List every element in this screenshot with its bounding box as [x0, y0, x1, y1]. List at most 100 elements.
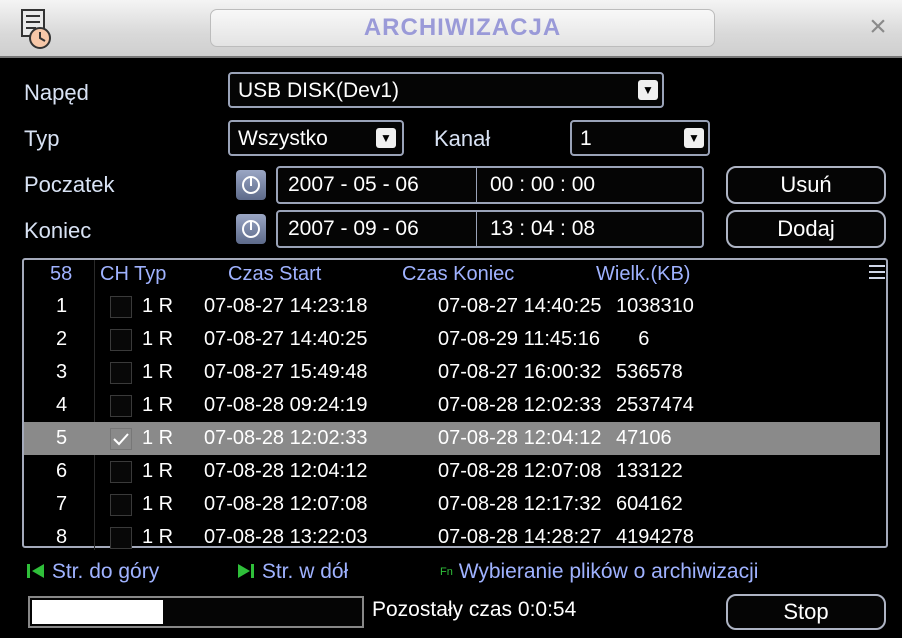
table-row-selected[interactable]: 5 1 R 07-08-28 12:02:33 07-08-28 12:04:1…	[24, 422, 880, 455]
page-up-label: Str. do góry	[51, 560, 160, 583]
row-ch-type: 1 R	[142, 460, 174, 482]
row-size: 6	[616, 328, 650, 350]
row-end: 07-08-27 14:40:25	[438, 295, 602, 317]
clock-icon[interactable]	[236, 214, 266, 244]
row-size: 133122	[616, 460, 683, 482]
row-number: 7	[56, 493, 68, 515]
end-time[interactable]: 13 : 04 : 08	[490, 217, 595, 241]
row-end: 07-08-28 12:02:33	[438, 394, 602, 416]
type-value: Wszystko	[238, 127, 328, 150]
table-header: 58 CH Typ Czas Start Czas Koniec Wielk.(…	[24, 260, 864, 288]
add-button[interactable]: Dodaj	[726, 210, 886, 248]
header-ch-type: CH Typ	[100, 263, 167, 285]
row-size: 536578	[616, 361, 683, 383]
row-number: 2	[56, 328, 68, 350]
stop-button[interactable]: Stop	[726, 594, 886, 630]
app-icon	[14, 6, 58, 52]
channel-value: 1	[580, 127, 592, 150]
table-row[interactable]: 2 1 R 07-08-27 14:40:25 07-08-29 11:45:1…	[24, 323, 880, 356]
table-row[interactable]: 7 1 R 07-08-28 12:07:08 07-08-28 12:17:3…	[24, 488, 880, 521]
page-up-link[interactable]: Str. do góry	[26, 560, 159, 584]
row-size: 1038310	[616, 295, 694, 317]
table-row[interactable]: 4 1 R 07-08-28 09:24:19 07-08-28 12:02:3…	[24, 389, 880, 422]
start-label: Poczatek	[24, 172, 115, 197]
row-ch-type: 1 R	[142, 394, 174, 416]
chevron-down-icon: ▼	[376, 128, 396, 148]
progress-bar	[28, 596, 364, 628]
page-down-link[interactable]: Str. w dół	[236, 560, 348, 584]
row-number: 4	[56, 394, 68, 416]
header-start: Czas Start	[228, 263, 322, 285]
row-start: 07-08-28 12:02:33	[204, 427, 368, 449]
row-end: 07-08-29 11:45:16	[438, 328, 600, 350]
type-label: Typ	[24, 126, 60, 151]
row-checkbox[interactable]	[110, 461, 132, 483]
row-checkbox-checked[interactable]	[110, 428, 132, 450]
row-checkbox[interactable]	[110, 395, 132, 417]
end-datetime-field[interactable]: 2007 - 09 - 06 13 : 04 : 08	[276, 210, 704, 248]
table-row[interactable]: 3 1 R 07-08-27 15:49:48 07-08-27 16:00:3…	[24, 356, 880, 389]
row-start: 07-08-28 09:24:19	[204, 394, 368, 416]
fn-hint-label: Wybieranie plików o archiwizacji	[458, 560, 759, 583]
row-number: 1	[56, 295, 68, 317]
row-number: 5	[56, 427, 68, 449]
row-checkbox[interactable]	[110, 527, 132, 549]
row-ch-type: 1 R	[142, 361, 174, 383]
type-select[interactable]: Wszystko ▼	[228, 120, 404, 156]
table-row[interactable]: 1 1 R 07-08-27 14:23:18 07-08-27 14:40:2…	[24, 290, 880, 323]
row-checkbox[interactable]	[110, 494, 132, 516]
row-start: 07-08-27 14:23:18	[204, 295, 368, 317]
delete-button[interactable]: Usuń	[726, 166, 886, 204]
header-count: 58	[50, 263, 73, 285]
row-ch-type: 1 R	[142, 427, 174, 449]
end-label: Koniec	[24, 218, 92, 243]
drive-select[interactable]: USB DISK(Dev1) ▼	[228, 72, 664, 108]
row-checkbox[interactable]	[110, 296, 132, 318]
start-datetime-field[interactable]: 2007 - 05 - 06 00 : 00 : 00	[276, 166, 704, 204]
page-down-icon	[238, 564, 254, 578]
field-divider	[476, 212, 477, 246]
row-size: 2537474	[616, 394, 694, 416]
row-size: 47106	[616, 427, 672, 449]
start-time[interactable]: 00 : 00 : 00	[490, 173, 595, 197]
row-end: 07-08-28 12:17:32	[438, 493, 602, 515]
channel-select[interactable]: 1 ▼	[570, 120, 710, 156]
channel-label: Kanał	[434, 126, 491, 151]
clock-icon[interactable]	[236, 170, 266, 200]
page-down-label: Str. w dół	[261, 560, 349, 583]
window-title: ARCHIWIZACJA	[363, 14, 562, 41]
row-checkbox[interactable]	[110, 329, 132, 351]
menu-icon[interactable]	[868, 262, 886, 284]
row-number: 6	[56, 460, 68, 482]
row-end: 07-08-28 14:28:27	[438, 526, 602, 548]
table-row[interactable]: 8 1 R 07-08-28 13:22:03 07-08-28 14:28:2…	[24, 521, 880, 554]
row-ch-type: 1 R	[142, 328, 174, 350]
chevron-down-icon: ▼	[638, 80, 658, 100]
header-size: Wielk.(KB)	[596, 263, 691, 285]
row-start: 07-08-27 14:40:25	[204, 328, 368, 350]
row-size: 4194278	[616, 526, 694, 548]
field-divider	[476, 168, 477, 202]
page-up-icon	[27, 564, 44, 578]
row-ch-type: 1 R	[142, 493, 174, 515]
fn-hint: Fn Wybieranie plików o archiwizacji	[440, 560, 758, 584]
row-start: 07-08-28 13:22:03	[204, 526, 368, 548]
row-ch-type: 1 R	[142, 295, 174, 317]
row-start: 07-08-27 15:49:48	[204, 361, 368, 383]
drive-value: USB DISK(Dev1)	[238, 79, 400, 102]
end-date[interactable]: 2007 - 09 - 06	[288, 217, 419, 241]
row-number: 8	[56, 526, 68, 548]
fn-key-icon: Fn	[440, 566, 453, 578]
table-row[interactable]: 6 1 R 07-08-28 12:04:12 07-08-28 12:07:0…	[24, 455, 880, 488]
row-end: 07-08-27 16:00:32	[438, 361, 602, 383]
row-start: 07-08-28 12:07:08	[204, 493, 368, 515]
row-checkbox[interactable]	[110, 362, 132, 384]
start-date[interactable]: 2007 - 05 - 06	[288, 173, 419, 197]
row-ch-type: 1 R	[142, 526, 174, 548]
row-number: 3	[56, 361, 68, 383]
row-size: 604162	[616, 493, 683, 515]
close-icon[interactable]: ×	[862, 10, 894, 44]
row-end: 07-08-28 12:04:12	[438, 427, 602, 449]
header-end: Czas Koniec	[402, 263, 515, 285]
chevron-down-icon: ▼	[684, 128, 704, 148]
